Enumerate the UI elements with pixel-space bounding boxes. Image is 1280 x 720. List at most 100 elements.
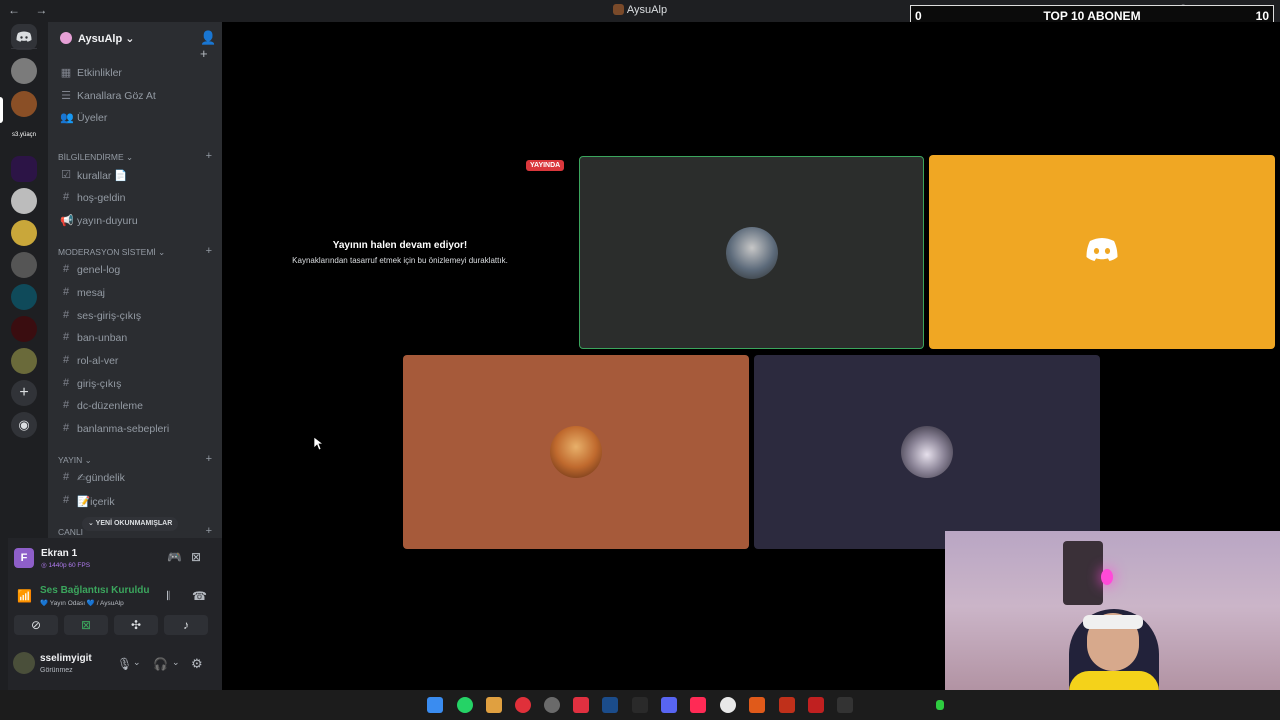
mouse-cursor-icon bbox=[314, 437, 324, 451]
server-name: AysuAlp ⌄ bbox=[78, 33, 135, 45]
channel-hos-geldin[interactable]: # hoş-geldin bbox=[58, 188, 214, 208]
nav-events[interactable]: ▦ Etkinlikler bbox=[58, 63, 214, 83]
microphone-icon[interactable]: 🎙 bbox=[117, 657, 132, 671]
channel-giris-cikis[interactable]: # giriş-çıkış bbox=[58, 374, 214, 394]
opera-icon[interactable] bbox=[515, 697, 531, 713]
hash-icon: # bbox=[62, 309, 70, 321]
screen-share-quality: ◎ 1440p 60 FPS bbox=[41, 562, 91, 569]
webcam-headset bbox=[1083, 615, 1143, 629]
channel-rol-al-ver[interactable]: # rol-al-ver bbox=[58, 351, 214, 371]
channel-ses-giris-cikis[interactable]: # ses-giriş-çıkış bbox=[58, 306, 214, 326]
app-icon-red-2[interactable] bbox=[808, 697, 824, 713]
headphones-icon[interactable]: 🎧 bbox=[153, 657, 168, 671]
server-avatar-6[interactable] bbox=[11, 284, 37, 310]
hash-icon: # bbox=[62, 422, 70, 434]
category-bilgilendirme[interactable]: BİLGİLENDİRME ⌄ + bbox=[58, 150, 214, 164]
channel-gundelik[interactable]: # ✍gündelik bbox=[58, 468, 214, 488]
user-avatar[interactable] bbox=[13, 652, 35, 674]
server-avatar-zn[interactable] bbox=[11, 156, 37, 182]
windows-start-icon[interactable] bbox=[427, 697, 443, 713]
participant-tile-speaking[interactable] bbox=[579, 156, 924, 349]
epic-games-icon[interactable] bbox=[632, 697, 648, 713]
username[interactable]: sselimyigit bbox=[40, 653, 92, 664]
participant-tile-default[interactable] bbox=[929, 155, 1275, 349]
terminal-icon[interactable] bbox=[837, 697, 853, 713]
hash-icon: # bbox=[62, 399, 70, 411]
channel-icerik[interactable]: # 📝içerik bbox=[58, 491, 214, 511]
gamepad-icon[interactable]: 🎮 bbox=[167, 550, 182, 564]
hash-icon: # bbox=[62, 263, 70, 275]
activities-button[interactable]: ✣ bbox=[114, 615, 158, 635]
server-avatar-3[interactable] bbox=[11, 188, 37, 214]
server-label-text: s3.yüaçn bbox=[11, 132, 36, 138]
steam-icon[interactable] bbox=[602, 697, 618, 713]
discord-taskbar-icon[interactable] bbox=[661, 697, 677, 713]
server-header[interactable]: AysuAlp ⌄ 👤+ bbox=[48, 22, 222, 61]
invite-people-icon[interactable]: 👤+ bbox=[200, 30, 222, 61]
screen-share-title: Ekran 1 bbox=[41, 548, 78, 559]
mic-options-chevron-icon[interactable]: ⌄ bbox=[133, 657, 141, 668]
webcam-lamp bbox=[1101, 569, 1113, 585]
whatsapp-icon[interactable] bbox=[457, 697, 473, 713]
settings-gear-icon[interactable]: ⚙ bbox=[191, 656, 203, 672]
new-unreads-pill[interactable]: ⌄ YENİ OKUNMAMIŞLAR bbox=[82, 517, 179, 531]
hash-icon: # bbox=[62, 286, 70, 298]
voice-status[interactable]: Ses Bağlantısı Kuruldu bbox=[40, 585, 149, 596]
add-channel-icon[interactable]: + bbox=[206, 525, 212, 537]
noise-suppression-icon[interactable]: 𝄃 bbox=[167, 589, 170, 604]
tiktok-icon[interactable] bbox=[690, 697, 706, 713]
discover-icon[interactable]: ◉ bbox=[11, 412, 37, 438]
rules-channel-icon: ☑ bbox=[61, 169, 71, 181]
discord-home-button[interactable] bbox=[11, 24, 37, 50]
stop-share-icon[interactable]: ⊠ bbox=[191, 550, 201, 564]
participant-tile-brown[interactable] bbox=[403, 355, 749, 549]
tray-indicator-icon[interactable] bbox=[936, 700, 944, 710]
stop-stream-button[interactable]: ⊠ bbox=[64, 615, 108, 635]
add-channel-icon[interactable]: + bbox=[206, 150, 212, 162]
valorant-icon[interactable] bbox=[779, 697, 795, 713]
add-channel-icon[interactable]: + bbox=[206, 453, 212, 465]
category-yayin[interactable]: YAYIN ⌄ + bbox=[58, 453, 214, 467]
hash-icon: # bbox=[62, 494, 70, 506]
audio-options-chevron-icon[interactable]: ⌄ bbox=[172, 657, 180, 668]
app-icon-orange[interactable] bbox=[749, 697, 765, 713]
chrome-icon[interactable] bbox=[720, 697, 736, 713]
app-icon-red[interactable] bbox=[573, 697, 589, 713]
soundboard-button[interactable]: ♪ bbox=[164, 615, 208, 635]
channel-ban-unban[interactable]: # ban-unban bbox=[58, 328, 214, 348]
hash-icon: # bbox=[62, 191, 70, 203]
calendar-icon: ▦ bbox=[60, 67, 72, 79]
server-avatar-7[interactable] bbox=[11, 316, 37, 342]
stream-paused-subtitle: Kaynaklarından tasarruf etmek için bu ön… bbox=[292, 256, 508, 265]
server-icon bbox=[612, 4, 624, 15]
channel-genel-log[interactable]: # genel-log bbox=[58, 260, 214, 280]
server-avatar-4[interactable] bbox=[11, 220, 37, 246]
voice-location[interactable]: 💙 Yayın Odası 💙 / AysuAlp bbox=[40, 599, 124, 607]
live-badge: YAYINDA bbox=[526, 160, 565, 171]
channel-yayin-duyuru[interactable]: 📢 yayın-duyuru bbox=[58, 211, 214, 231]
camera-off-button[interactable]: ⊘ bbox=[14, 615, 58, 635]
channel-mesaj[interactable]: # mesaj bbox=[58, 283, 214, 303]
channel-banlanma-sebepleri[interactable]: # banlanma-sebepleri bbox=[58, 419, 214, 439]
channel-kurallar[interactable]: ☑ kurallar 📄 bbox=[58, 165, 214, 185]
nav-browse-channels[interactable]: ☰ Kanallara Göz At bbox=[58, 86, 214, 106]
server-avatar-1[interactable] bbox=[11, 58, 37, 84]
members-icon: 👥 bbox=[60, 112, 74, 124]
add-channel-icon[interactable]: + bbox=[206, 245, 212, 257]
file-explorer-icon[interactable] bbox=[486, 697, 502, 713]
discord-logo-icon bbox=[16, 31, 32, 42]
add-server-icon[interactable]: + bbox=[11, 380, 37, 406]
channel-dc-duzenleme[interactable]: # dc-düzenleme bbox=[58, 396, 214, 416]
disconnect-icon[interactable]: ☎ bbox=[192, 589, 207, 603]
category-moderasyon[interactable]: MODERASYON SİSTEMİ ⌄ + bbox=[58, 245, 214, 259]
server-avatar-5[interactable] bbox=[11, 252, 37, 278]
obs-icon[interactable] bbox=[544, 697, 560, 713]
server-avatar-aysualp[interactable] bbox=[11, 91, 37, 117]
browse-channels-icon: ☰ bbox=[61, 90, 71, 102]
connection-signal-icon[interactable]: 📶 bbox=[17, 589, 32, 603]
user-status: Görünmez bbox=[40, 667, 73, 674]
participant-tile-purple[interactable] bbox=[754, 355, 1100, 549]
window-title-text: AysuAlp bbox=[626, 4, 668, 16]
server-avatar-8[interactable] bbox=[11, 348, 37, 374]
nav-members[interactable]: 👥 Üyeler bbox=[58, 108, 214, 128]
